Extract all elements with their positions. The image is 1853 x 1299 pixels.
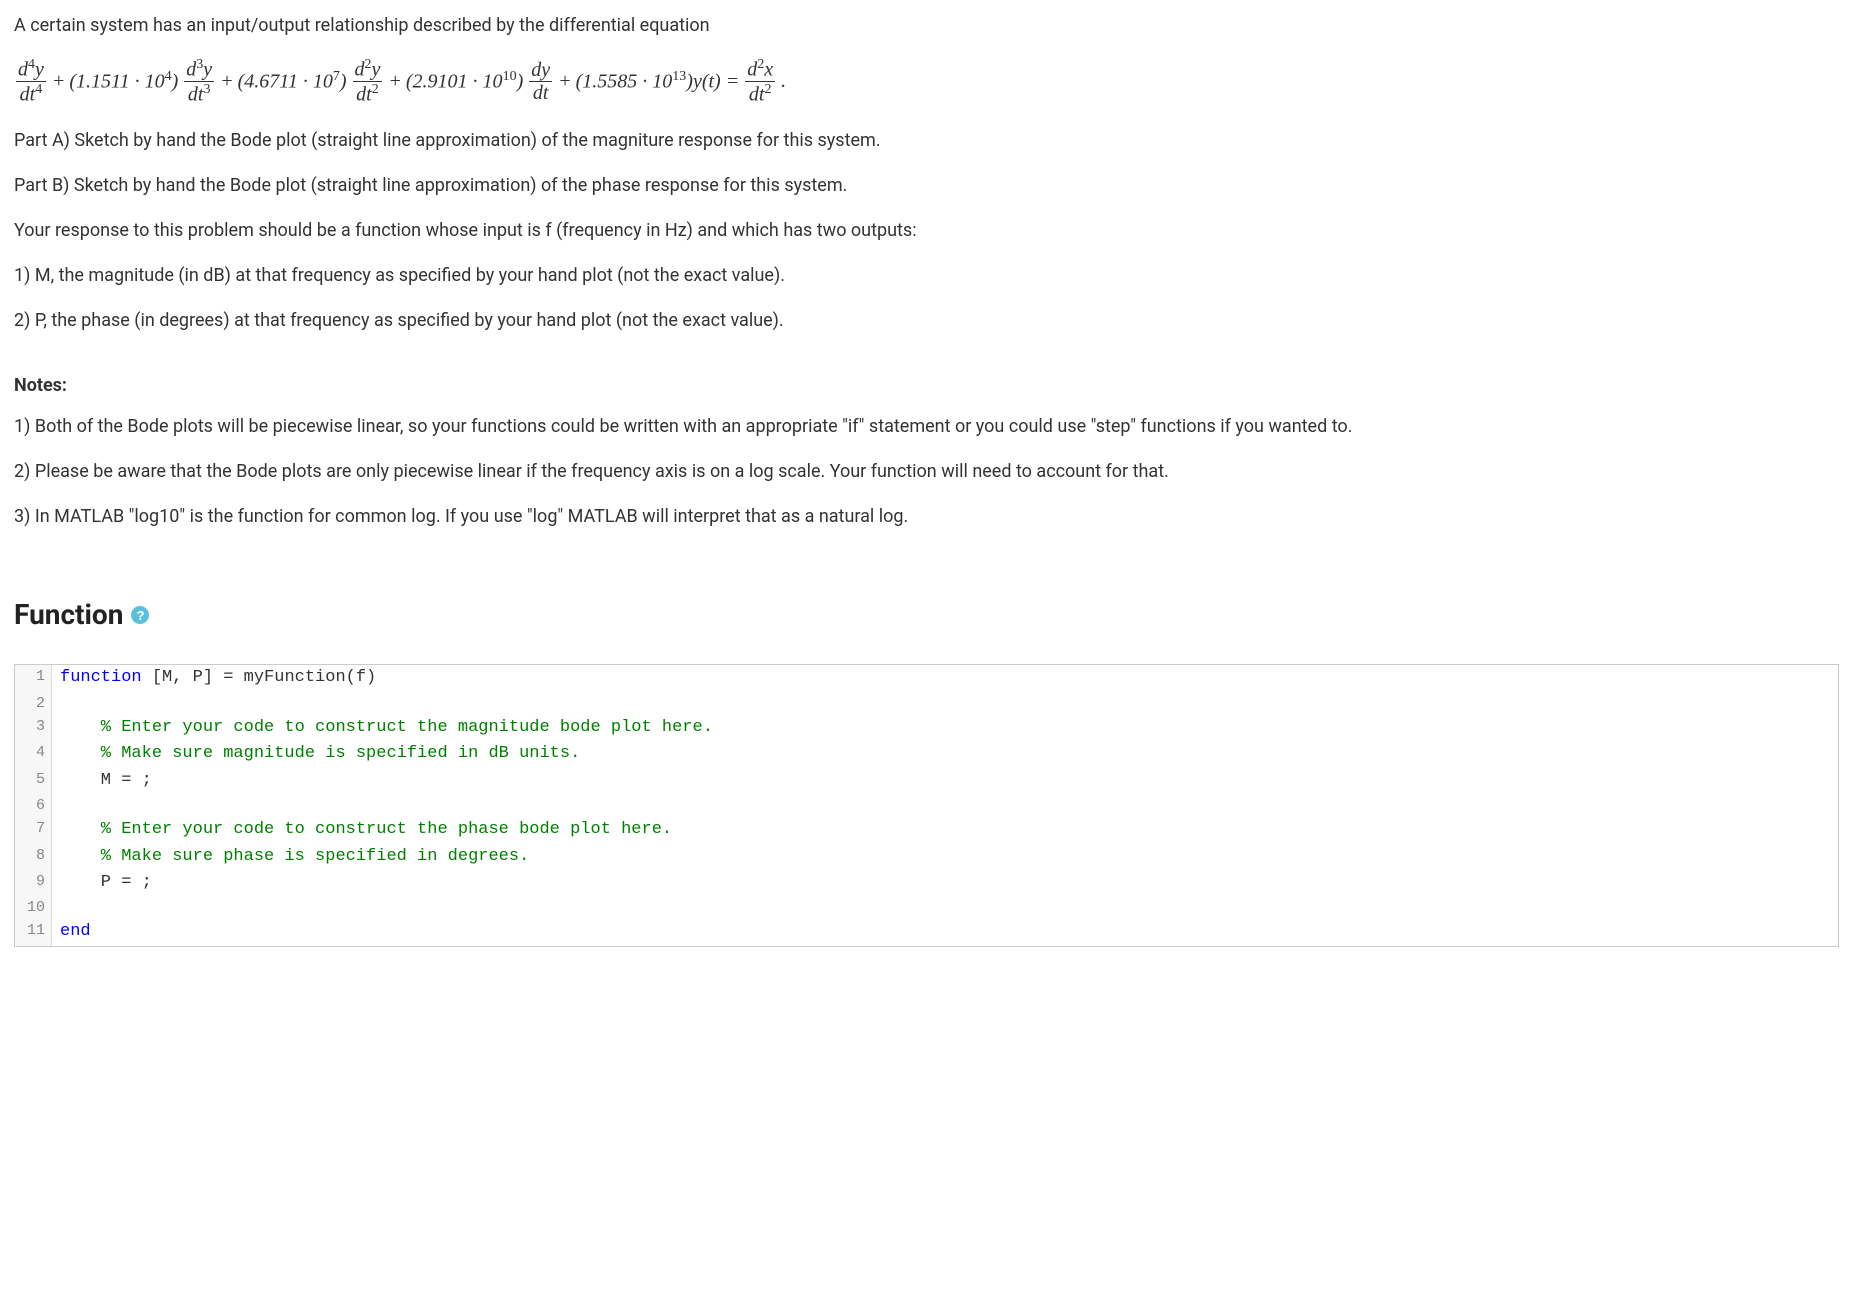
line-number: 11: [15, 919, 52, 945]
line-number: 4: [15, 741, 52, 767]
code-line-7[interactable]: 7 % Enter your code to construct the pha…: [15, 817, 1838, 843]
code-line-1[interactable]: 1 function [M, P] = myFunction(f): [15, 665, 1838, 691]
code-comment: % Make sure magnitude is specified in dB…: [60, 744, 580, 763]
line-number: 1: [15, 665, 52, 691]
response-intro: Your response to this problem should be …: [14, 217, 1839, 244]
eq-coef-3: (2.9101 · 1010): [406, 66, 523, 97]
output-2: 2) P, the phase (in degrees) at that fre…: [14, 307, 1839, 334]
code-text: M = ;: [60, 771, 152, 790]
code-line-4[interactable]: 4 % Make sure magnitude is specified in …: [15, 741, 1838, 767]
eq-period: .: [781, 66, 786, 96]
eq-plus-4: +: [558, 66, 572, 96]
line-number: 10: [15, 896, 52, 919]
part-b-text: Part B) Sketch by hand the Bode plot (st…: [14, 172, 1839, 199]
eq-coef-1: (1.1511 · 104): [69, 66, 178, 97]
function-heading-text: Function: [14, 594, 123, 636]
code-comment: % Enter your code to construct the magni…: [60, 718, 713, 737]
line-number: 8: [15, 844, 52, 870]
code-line-11[interactable]: 11 end: [15, 919, 1838, 945]
eq-plus-3: +: [388, 66, 402, 96]
eq-plus-1: +: [52, 66, 66, 96]
code-line-10[interactable]: 10: [15, 896, 1838, 919]
note-3: 3) In MATLAB "log10" is the function for…: [14, 503, 1839, 530]
eq-coef-4: (1.5585 · 1013)y(t) =: [576, 66, 740, 97]
code-text: [52, 692, 1838, 715]
code-line-6[interactable]: 6: [15, 794, 1838, 817]
frac-d4y-dt4: d4y dt4: [16, 57, 46, 105]
code-line-2[interactable]: 2: [15, 692, 1838, 715]
code-line-3[interactable]: 3 % Enter your code to construct the mag…: [15, 715, 1838, 741]
code-text: [52, 896, 1838, 919]
note-2: 2) Please be aware that the Bode plots a…: [14, 458, 1839, 485]
differential-equation: d4y dt4 + (1.1511 · 104) d3y dt3 + (4.67…: [14, 57, 1839, 105]
line-number: 9: [15, 870, 52, 896]
line-number: 3: [15, 715, 52, 741]
keyword-function: function: [60, 668, 142, 687]
code-text: [M, P] = myFunction(f): [142, 668, 377, 687]
line-number: 7: [15, 817, 52, 843]
code-editor[interactable]: 1 function [M, P] = myFunction(f) 2 3 % …: [14, 664, 1839, 947]
frac-d2x-dt2: d2x dt2: [745, 57, 775, 105]
code-line-8[interactable]: 8 % Make sure phase is specified in degr…: [15, 844, 1838, 870]
code-line-5[interactable]: 5 M = ;: [15, 768, 1838, 794]
frac-d3y-dt3: d3y dt3: [184, 57, 214, 105]
function-section-heading: Function ?: [14, 594, 1839, 636]
code-text: [52, 794, 1838, 817]
frac-dy-dt: dy dt: [529, 59, 552, 104]
eq-coef-2: (4.6711 · 107): [238, 66, 347, 97]
line-number: 2: [15, 692, 52, 715]
notes-heading: Notes:: [14, 372, 1839, 399]
frac-d2y-dt2: d2y dt2: [353, 57, 383, 105]
part-a-text: Part A) Sketch by hand the Bode plot (st…: [14, 127, 1839, 154]
note-1: 1) Both of the Bode plots will be piecew…: [14, 413, 1839, 440]
line-number: 5: [15, 768, 52, 794]
line-number: 6: [15, 794, 52, 817]
code-text: P = ;: [60, 873, 152, 892]
code-line-9[interactable]: 9 P = ;: [15, 870, 1838, 896]
help-icon[interactable]: ?: [131, 606, 149, 624]
code-comment: % Enter your code to construct the phase…: [60, 820, 672, 839]
keyword-end: end: [60, 922, 91, 941]
eq-plus-2: +: [220, 66, 234, 96]
problem-intro: A certain system has an input/output rel…: [14, 12, 1839, 39]
output-1: 1) M, the magnitude (in dB) at that freq…: [14, 262, 1839, 289]
code-comment: % Make sure phase is specified in degree…: [60, 847, 529, 866]
